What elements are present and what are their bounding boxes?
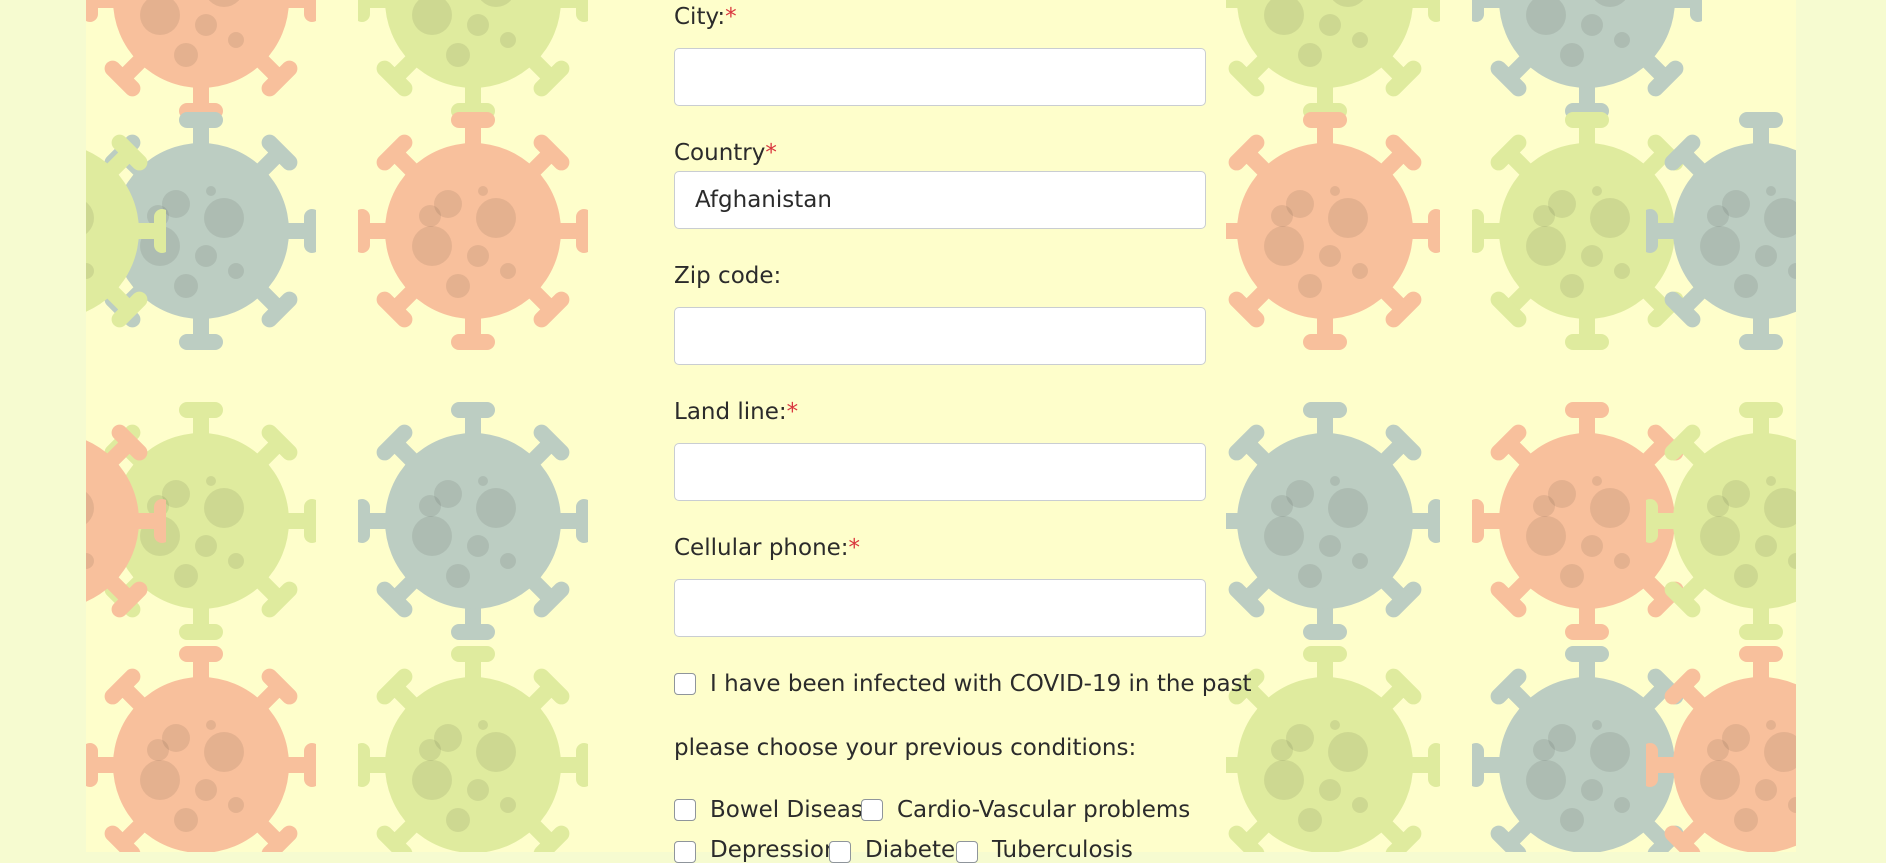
cellular-phone-label: Cellular phone:*	[674, 535, 861, 561]
condition-cardio-vascular-checkbox[interactable]	[861, 799, 883, 821]
virus-icon	[358, 646, 588, 852]
virus-icon	[1646, 112, 1796, 350]
condition-depression-checkbox[interactable]	[674, 841, 696, 863]
covid-infected-label[interactable]: I have been infected with COVID-19 in th…	[710, 671, 1252, 697]
virus-icon	[1210, 402, 1440, 640]
required-mark: *	[725, 4, 737, 30]
conditions-prompt: please choose your previous conditions:	[674, 735, 1137, 761]
required-mark: *	[765, 140, 777, 166]
required-mark: *	[786, 399, 799, 425]
virus-icon	[86, 646, 316, 852]
virus-icon	[358, 402, 588, 640]
city-input[interactable]	[674, 48, 1206, 106]
condition-bowel-disease-label[interactable]: Bowel Disease	[710, 797, 877, 823]
city-label: City:*	[674, 4, 737, 30]
virus-icon	[1646, 402, 1796, 640]
condition-diabetes-checkbox[interactable]	[829, 841, 851, 863]
condition-diabetes-label[interactable]: Diabetes	[865, 837, 967, 863]
zip-code-input[interactable]	[674, 307, 1206, 365]
country-select[interactable]: Afghanistan	[674, 171, 1206, 229]
zip-code-label: Zip code:	[674, 263, 782, 289]
land-line-label: Land line:*	[674, 399, 799, 425]
form-column	[652, 0, 1226, 852]
virus-icon	[86, 112, 166, 350]
country-label: Country*	[674, 140, 777, 166]
condition-depression-label[interactable]: Depression	[710, 837, 839, 863]
condition-tuberculosis-label[interactable]: Tuberculosis	[992, 837, 1133, 863]
required-mark: *	[848, 535, 861, 561]
covid-infected-checkbox[interactable]	[674, 673, 696, 695]
virus-icon	[1210, 112, 1440, 350]
virus-icon	[358, 112, 588, 350]
cellular-phone-input[interactable]	[674, 579, 1206, 637]
land-line-input[interactable]	[674, 443, 1206, 501]
virus-icon	[86, 402, 166, 640]
condition-tuberculosis-checkbox[interactable]	[956, 841, 978, 863]
condition-bowel-disease-checkbox[interactable]	[674, 799, 696, 821]
condition-cardio-vascular-label[interactable]: Cardio-Vascular problems	[897, 797, 1190, 823]
virus-icon	[1646, 646, 1796, 852]
